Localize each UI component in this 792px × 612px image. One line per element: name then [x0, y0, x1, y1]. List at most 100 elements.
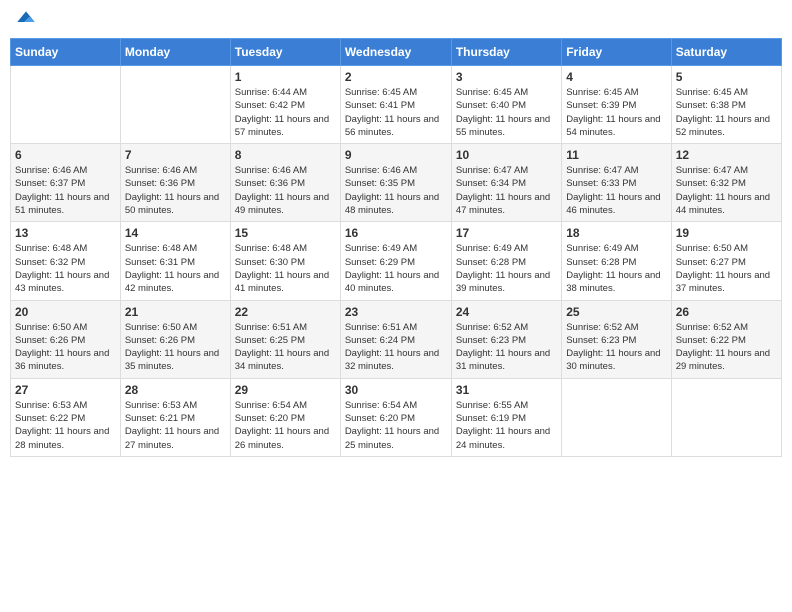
day-content: Sunrise: 6:47 AM Sunset: 6:33 PM Dayligh…	[566, 164, 666, 217]
calendar-day-cell: 12 Sunrise: 6:47 AM Sunset: 6:32 PM Dayli…	[671, 144, 781, 222]
day-content: Sunrise: 6:46 AM Sunset: 6:36 PM Dayligh…	[125, 164, 226, 217]
day-number: 13	[15, 226, 116, 240]
day-of-week-header: Monday	[120, 39, 230, 66]
calendar-week-row: 1 Sunrise: 6:44 AM Sunset: 6:42 PM Daylig…	[11, 66, 782, 144]
day-number: 1	[235, 70, 336, 84]
calendar-day-cell: 10Sunrise: 6:47 AM Sunset: 6:34 PM Dayli…	[451, 144, 561, 222]
logo-icon	[16, 10, 36, 30]
day-number: 28	[125, 383, 226, 397]
day-of-week-header: Thursday	[451, 39, 561, 66]
day-number: 18	[566, 226, 666, 240]
day-number: 19	[676, 226, 777, 240]
day-content: Sunrise: 6:47 AM Sunset: 6:32 PM Dayligh…	[676, 164, 777, 217]
calendar-day-cell: 13 Sunrise: 6:48 AM Sunset: 6:32 PM Dayli…	[11, 222, 121, 300]
day-number: 2	[345, 70, 447, 84]
day-number: 7	[125, 148, 226, 162]
calendar-day-cell: 29 Sunrise: 6:54 AM Sunset: 6:20 PM Dayli…	[230, 378, 340, 456]
calendar-day-cell: 22 Sunrise: 6:51 AM Sunset: 6:25 PM Dayli…	[230, 300, 340, 378]
day-number: 4	[566, 70, 666, 84]
day-number: 9	[345, 148, 447, 162]
day-content: Sunrise: 6:46 AM Sunset: 6:35 PM Dayligh…	[345, 164, 447, 217]
calendar-day-cell: 16Sunrise: 6:49 AM Sunset: 6:29 PM Dayli…	[340, 222, 451, 300]
calendar-week-row: 20 Sunrise: 6:50 AM Sunset: 6:26 PM Dayli…	[11, 300, 782, 378]
day-content: Sunrise: 6:49 AM Sunset: 6:29 PM Dayligh…	[345, 242, 447, 295]
calendar-day-cell: 6 Sunrise: 6:46 AM Sunset: 6:37 PM Daylig…	[11, 144, 121, 222]
day-content: Sunrise: 6:52 AM Sunset: 6:22 PM Dayligh…	[676, 321, 777, 374]
calendar-table: SundayMondayTuesdayWednesdayThursdayFrid…	[10, 38, 782, 457]
day-number: 24	[456, 305, 557, 319]
day-content: Sunrise: 6:45 AM Sunset: 6:41 PM Dayligh…	[345, 86, 447, 139]
day-content: Sunrise: 6:44 AM Sunset: 6:42 PM Dayligh…	[235, 86, 336, 139]
calendar-day-cell: 20 Sunrise: 6:50 AM Sunset: 6:26 PM Dayli…	[11, 300, 121, 378]
calendar-day-cell: 15Sunrise: 6:48 AM Sunset: 6:30 PM Dayli…	[230, 222, 340, 300]
day-of-week-header: Sunday	[11, 39, 121, 66]
day-number: 8	[235, 148, 336, 162]
day-number: 25	[566, 305, 666, 319]
day-number: 15	[235, 226, 336, 240]
day-number: 6	[15, 148, 116, 162]
day-number: 27	[15, 383, 116, 397]
calendar-day-cell: 2 Sunrise: 6:45 AM Sunset: 6:41 PM Daylig…	[340, 66, 451, 144]
calendar-day-cell: 7 Sunrise: 6:46 AM Sunset: 6:36 PM Daylig…	[120, 144, 230, 222]
calendar-day-cell: 19 Sunrise: 6:50 AM Sunset: 6:27 PM Dayli…	[671, 222, 781, 300]
day-number: 29	[235, 383, 336, 397]
day-content: Sunrise: 6:45 AM Sunset: 6:40 PM Dayligh…	[456, 86, 557, 139]
day-content: Sunrise: 6:53 AM Sunset: 6:21 PM Dayligh…	[125, 399, 226, 452]
day-of-week-header: Saturday	[671, 39, 781, 66]
day-content: Sunrise: 6:50 AM Sunset: 6:26 PM Dayligh…	[125, 321, 226, 374]
calendar-day-cell: 30 Sunrise: 6:54 AM Sunset: 6:20 PM Dayli…	[340, 378, 451, 456]
day-content: Sunrise: 6:48 AM Sunset: 6:32 PM Dayligh…	[15, 242, 116, 295]
day-number: 30	[345, 383, 447, 397]
day-content: Sunrise: 6:51 AM Sunset: 6:25 PM Dayligh…	[235, 321, 336, 374]
calendar-day-cell	[671, 378, 781, 456]
day-number: 12	[676, 148, 777, 162]
day-content: Sunrise: 6:52 AM Sunset: 6:23 PM Dayligh…	[456, 321, 557, 374]
day-number: 26	[676, 305, 777, 319]
day-number: 17	[456, 226, 557, 240]
calendar-day-cell: 9 Sunrise: 6:46 AM Sunset: 6:35 PM Daylig…	[340, 144, 451, 222]
day-of-week-header: Wednesday	[340, 39, 451, 66]
calendar-day-cell: 23 Sunrise: 6:51 AM Sunset: 6:24 PM Dayli…	[340, 300, 451, 378]
calendar-day-cell: 26 Sunrise: 6:52 AM Sunset: 6:22 PM Dayli…	[671, 300, 781, 378]
calendar-day-cell: 21 Sunrise: 6:50 AM Sunset: 6:26 PM Dayli…	[120, 300, 230, 378]
calendar-day-cell: 14Sunrise: 6:48 AM Sunset: 6:31 PM Dayli…	[120, 222, 230, 300]
day-content: Sunrise: 6:50 AM Sunset: 6:27 PM Dayligh…	[676, 242, 777, 295]
calendar-day-cell: 28 Sunrise: 6:53 AM Sunset: 6:21 PM Dayli…	[120, 378, 230, 456]
calendar-day-cell: 3Sunrise: 6:45 AM Sunset: 6:40 PM Daylig…	[451, 66, 561, 144]
page-header	[10, 10, 782, 30]
logo	[14, 10, 40, 30]
day-content: Sunrise: 6:46 AM Sunset: 6:37 PM Dayligh…	[15, 164, 116, 217]
day-content: Sunrise: 6:54 AM Sunset: 6:20 PM Dayligh…	[235, 399, 336, 452]
calendar-day-cell	[120, 66, 230, 144]
day-content: Sunrise: 6:47 AM Sunset: 6:34 PM Dayligh…	[456, 164, 557, 217]
calendar-day-cell: 1 Sunrise: 6:44 AM Sunset: 6:42 PM Daylig…	[230, 66, 340, 144]
day-number: 23	[345, 305, 447, 319]
day-content: Sunrise: 6:55 AM Sunset: 6:19 PM Dayligh…	[456, 399, 557, 452]
day-of-week-header: Tuesday	[230, 39, 340, 66]
day-content: Sunrise: 6:46 AM Sunset: 6:36 PM Dayligh…	[235, 164, 336, 217]
day-number: 20	[15, 305, 116, 319]
day-content: Sunrise: 6:52 AM Sunset: 6:23 PM Dayligh…	[566, 321, 666, 374]
day-content: Sunrise: 6:45 AM Sunset: 6:39 PM Dayligh…	[566, 86, 666, 139]
calendar-day-cell: 18 Sunrise: 6:49 AM Sunset: 6:28 PM Dayli…	[562, 222, 671, 300]
day-content: Sunrise: 6:45 AM Sunset: 6:38 PM Dayligh…	[676, 86, 777, 139]
calendar-day-cell: 31 Sunrise: 6:55 AM Sunset: 6:19 PM Dayli…	[451, 378, 561, 456]
day-content: Sunrise: 6:54 AM Sunset: 6:20 PM Dayligh…	[345, 399, 447, 452]
calendar-week-row: 13 Sunrise: 6:48 AM Sunset: 6:32 PM Dayli…	[11, 222, 782, 300]
calendar-day-cell	[11, 66, 121, 144]
day-content: Sunrise: 6:50 AM Sunset: 6:26 PM Dayligh…	[15, 321, 116, 374]
calendar-day-cell: 8 Sunrise: 6:46 AM Sunset: 6:36 PM Daylig…	[230, 144, 340, 222]
calendar-day-cell: 17 Sunrise: 6:49 AM Sunset: 6:28 PM Dayli…	[451, 222, 561, 300]
day-of-week-header: Friday	[562, 39, 671, 66]
day-content: Sunrise: 6:51 AM Sunset: 6:24 PM Dayligh…	[345, 321, 447, 374]
day-number: 22	[235, 305, 336, 319]
day-number: 11	[566, 148, 666, 162]
calendar-week-row: 27Sunrise: 6:53 AM Sunset: 6:22 PM Dayli…	[11, 378, 782, 456]
calendar-week-row: 6 Sunrise: 6:46 AM Sunset: 6:37 PM Daylig…	[11, 144, 782, 222]
day-content: Sunrise: 6:49 AM Sunset: 6:28 PM Dayligh…	[566, 242, 666, 295]
day-number: 31	[456, 383, 557, 397]
day-number: 21	[125, 305, 226, 319]
day-content: Sunrise: 6:49 AM Sunset: 6:28 PM Dayligh…	[456, 242, 557, 295]
calendar-day-cell: 11 Sunrise: 6:47 AM Sunset: 6:33 PM Dayli…	[562, 144, 671, 222]
day-number: 5	[676, 70, 777, 84]
